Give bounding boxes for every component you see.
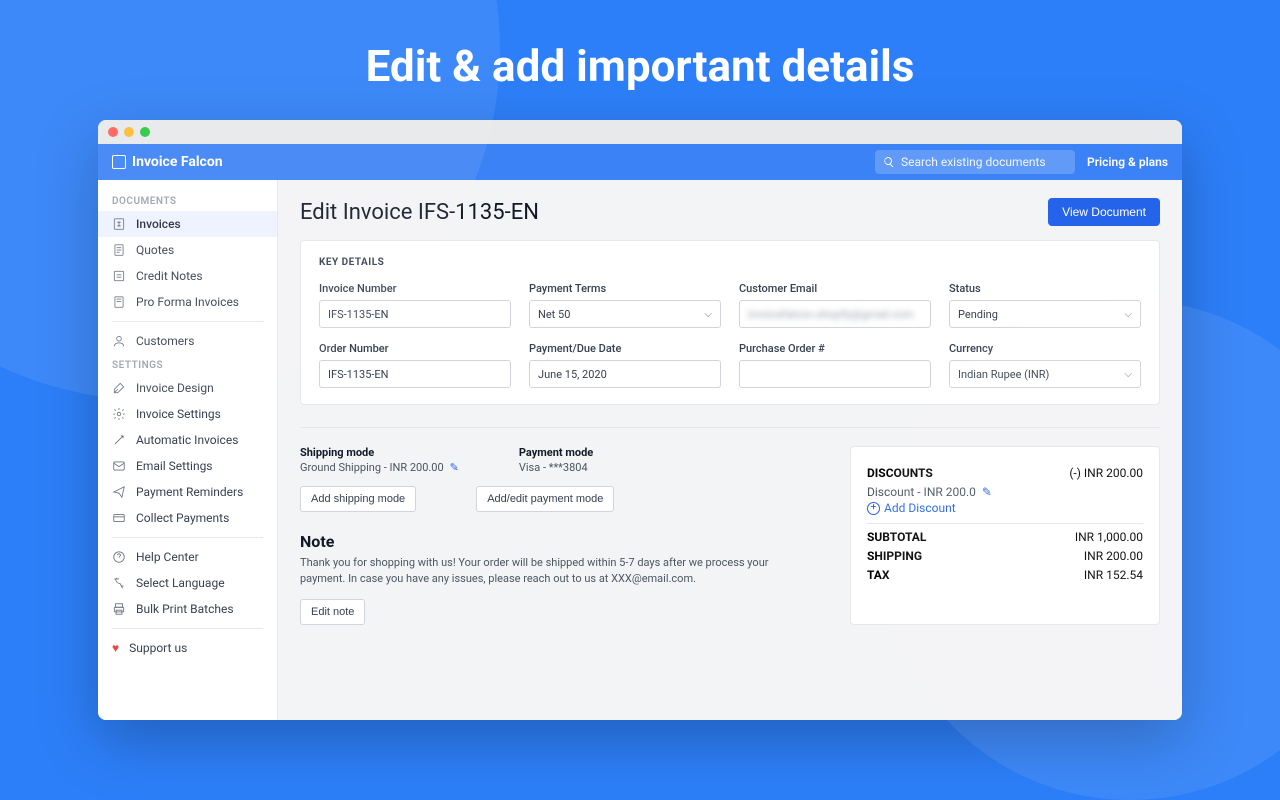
sidebar-item-bulk-print[interactable]: Bulk Print Batches [98, 596, 277, 622]
help-icon [112, 550, 126, 564]
order-number-input[interactable]: IFS-1135-EN [319, 360, 511, 388]
note-label: Note [300, 532, 810, 551]
add-payment-button[interactable]: Add/edit payment mode [476, 486, 614, 512]
wand-icon [112, 433, 126, 447]
po-input[interactable] [739, 360, 931, 388]
sidebar-item-support[interactable]: ♥ Support us [98, 635, 277, 661]
nav-label: Collect Payments [136, 511, 229, 525]
shipping-mode-value: Ground Shipping - INR 200.00 [300, 461, 444, 474]
key-details-heading: KEY DETAILS [319, 257, 1141, 268]
nav-label: Invoice Settings [136, 407, 221, 421]
search-input[interactable]: Search existing documents [875, 150, 1075, 174]
due-date-label: Payment/Due Date [529, 342, 721, 355]
sidebar-item-auto-invoices[interactable]: Automatic Invoices [98, 427, 277, 453]
gear-icon [112, 407, 126, 421]
customer-email-label: Customer Email [739, 282, 931, 295]
sidebar-item-email-settings[interactable]: Email Settings [98, 453, 277, 479]
sidebar-item-collect-payments[interactable]: Collect Payments [98, 505, 277, 531]
send-icon [112, 485, 126, 499]
add-shipping-button[interactable]: Add shipping mode [300, 486, 416, 512]
note-text: Thank you for shopping with us! Your ord… [300, 555, 780, 587]
order-number-label: Order Number [319, 342, 511, 355]
heart-icon: ♥ [112, 641, 119, 655]
po-label: Purchase Order # [739, 342, 931, 355]
status-label: Status [949, 282, 1141, 295]
due-date-input[interactable]: June 15, 2020 [529, 360, 721, 388]
printer-icon [112, 602, 126, 616]
payment-mode-label: Payment mode [519, 446, 593, 459]
brand-icon [112, 155, 126, 169]
mail-icon [112, 459, 126, 473]
nav-label: Support us [129, 641, 187, 655]
nav-label: Automatic Invoices [136, 433, 238, 447]
edit-note-button[interactable]: Edit note [300, 599, 365, 625]
payment-mode-value: Visa - ***3804 [519, 461, 593, 474]
view-document-button[interactable]: View Document [1048, 198, 1160, 226]
card-icon [112, 511, 126, 525]
payment-terms-label: Payment Terms [529, 282, 721, 295]
nav-label: Bulk Print Batches [136, 602, 234, 616]
payment-terms-select[interactable]: Net 50 [529, 300, 721, 328]
sidebar-item-reminders[interactable]: Payment Reminders [98, 479, 277, 505]
nav-label: Select Language [136, 576, 225, 590]
language-icon [112, 576, 126, 590]
shipping-mode-label: Shipping mode [300, 446, 459, 459]
search-placeholder: Search existing documents [901, 155, 1046, 169]
search-icon [883, 156, 895, 168]
customer-email-input[interactable]: invoicefalcon.shopify@gmail.com [739, 300, 931, 328]
edit-shipping-icon[interactable]: ✎ [450, 461, 459, 474]
nav-label: Email Settings [136, 459, 213, 473]
sidebar-item-invoice-settings[interactable]: Invoice Settings [98, 401, 277, 427]
pricing-link[interactable]: Pricing & plans [1087, 155, 1168, 169]
nav-label: Help Center [136, 550, 199, 564]
nav-label: Payment Reminders [136, 485, 243, 499]
sidebar-item-select-language[interactable]: Select Language [98, 570, 277, 596]
sidebar-item-help-center[interactable]: Help Center [98, 544, 277, 570]
plus-circle-icon: + [867, 502, 880, 515]
